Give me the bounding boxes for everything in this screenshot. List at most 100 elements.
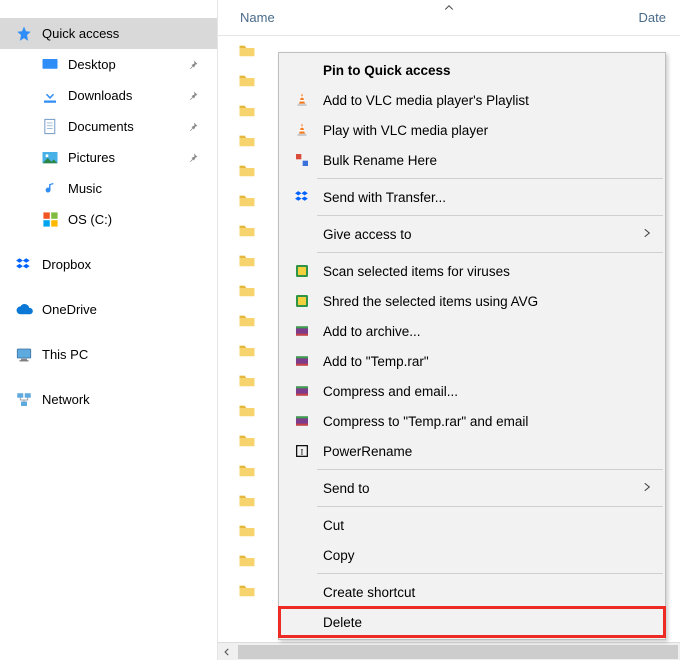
ctx-label: Add to VLC media player's Playlist (323, 93, 655, 108)
ctx-send-to[interactable]: Send to (279, 473, 665, 503)
column-header-date[interactable]: Date (617, 10, 680, 25)
desktop-icon (40, 55, 60, 75)
sidebar-item-quick-access[interactable]: Quick access (0, 18, 217, 49)
column-header-name[interactable]: Name (218, 10, 275, 25)
ctx-label: Create shortcut (323, 585, 655, 600)
sidebar-item-label: Documents (68, 119, 187, 134)
pictures-icon (40, 148, 60, 168)
documents-icon (40, 117, 60, 137)
drive-icon (40, 210, 60, 230)
music-icon (40, 179, 60, 199)
ctx-vlc-play[interactable]: Play with VLC media player (279, 115, 665, 145)
ctx-compress-email[interactable]: Compress and email... (279, 376, 665, 406)
ctx-label: Compress to "Temp.rar" and email (323, 414, 655, 429)
winrar-icon (291, 380, 313, 402)
folder-icon (236, 402, 258, 420)
ctx-label: PowerRename (323, 444, 655, 459)
folder-icon (236, 582, 258, 600)
pin-icon (187, 152, 199, 164)
sidebar-item-music[interactable]: Music (0, 173, 217, 204)
ctx-create-shortcut[interactable]: Create shortcut (279, 577, 665, 607)
ctx-scan-viruses[interactable]: Scan selected items for viruses (279, 256, 665, 286)
ctx-label: Bulk Rename Here (323, 153, 655, 168)
sidebar-item-label: This PC (42, 347, 217, 362)
ctx-label: Shred the selected items using AVG (323, 294, 655, 309)
navigation-pane: Quick access Desktop Downloads Docume (0, 0, 218, 660)
quick-access-icon (14, 24, 34, 44)
scroll-left-button[interactable] (218, 643, 236, 661)
sidebar-item-onedrive[interactable]: OneDrive (0, 294, 217, 325)
folder-icon (236, 552, 258, 570)
folder-icon (236, 252, 258, 270)
winrar-icon (291, 320, 313, 342)
ctx-delete[interactable]: Delete (279, 607, 665, 637)
ctx-label: Delete (323, 615, 655, 630)
ctx-bulk-rename[interactable]: Bulk Rename Here (279, 145, 665, 175)
sidebar-item-desktop[interactable]: Desktop (0, 49, 217, 80)
sidebar-item-os-c[interactable]: OS (C:) (0, 204, 217, 235)
chevron-right-icon (641, 481, 655, 496)
ctx-label: Send with Transfer... (323, 190, 655, 205)
vlc-icon (291, 119, 313, 141)
ctx-pin-quick-access[interactable]: Pin to Quick access (279, 55, 665, 85)
ctx-label: Compress and email... (323, 384, 655, 399)
ctx-label: Add to "Temp.rar" (323, 354, 655, 369)
sort-indicator-icon (443, 2, 455, 17)
ctx-separator (317, 573, 663, 574)
ctx-cut[interactable]: Cut (279, 510, 665, 540)
sidebar-item-label: Desktop (68, 57, 187, 72)
sidebar-item-dropbox[interactable]: Dropbox (0, 249, 217, 280)
vlc-icon (291, 89, 313, 111)
dropbox-icon (14, 255, 34, 275)
ctx-shred-avg[interactable]: Shred the selected items using AVG (279, 286, 665, 316)
sidebar-item-downloads[interactable]: Downloads (0, 80, 217, 111)
sidebar-item-label: Pictures (68, 150, 187, 165)
ctx-separator (317, 215, 663, 216)
ctx-add-temp-rar[interactable]: Add to "Temp.rar" (279, 346, 665, 376)
horizontal-scrollbar[interactable] (218, 642, 680, 660)
ctx-compress-temp-email[interactable]: Compress to "Temp.rar" and email (279, 406, 665, 436)
folder-icon (236, 42, 258, 60)
column-header-row: Name Date (218, 0, 680, 36)
blank-icon (291, 611, 313, 633)
sidebar-item-label: OneDrive (42, 302, 217, 317)
sidebar-item-pictures[interactable]: Pictures (0, 142, 217, 173)
sidebar-item-label: Network (42, 392, 217, 407)
sidebar-item-label: Dropbox (42, 257, 217, 272)
ctx-give-access[interactable]: Give access to (279, 219, 665, 249)
ctx-copy[interactable]: Copy (279, 540, 665, 570)
blank-icon (291, 544, 313, 566)
ctx-label: Cut (323, 518, 655, 533)
chevron-right-icon (641, 227, 655, 242)
folder-icon (236, 432, 258, 450)
onedrive-icon (14, 300, 34, 320)
dropbox-icon (291, 186, 313, 208)
sidebar-item-documents[interactable]: Documents (0, 111, 217, 142)
ctx-add-archive[interactable]: Add to archive... (279, 316, 665, 346)
context-menu: Pin to Quick access Add to VLC media pla… (278, 52, 666, 640)
folder-icon (236, 192, 258, 210)
folder-icon (236, 132, 258, 150)
ctx-separator (317, 178, 663, 179)
ctx-vlc-add-playlist[interactable]: Add to VLC media player's Playlist (279, 85, 665, 115)
folder-icon (236, 312, 258, 330)
ctx-separator (317, 506, 663, 507)
ctx-label: Play with VLC media player (323, 123, 655, 138)
scrollbar-thumb[interactable] (238, 645, 678, 659)
sidebar-item-label: Quick access (42, 26, 217, 41)
blank-icon (291, 477, 313, 499)
avg-icon (291, 260, 313, 282)
avg-icon (291, 290, 313, 312)
rename-icon (291, 149, 313, 171)
blank-icon (291, 581, 313, 603)
sidebar-item-label: OS (C:) (68, 212, 217, 227)
ctx-powerrename[interactable]: I PowerRename (279, 436, 665, 466)
sidebar-item-network[interactable]: Network (0, 384, 217, 415)
folder-icon (236, 102, 258, 120)
ctx-send-transfer[interactable]: Send with Transfer... (279, 182, 665, 212)
pin-icon (187, 121, 199, 133)
sidebar-item-this-pc[interactable]: This PC (0, 339, 217, 370)
winrar-icon (291, 410, 313, 432)
folder-icon (236, 342, 258, 360)
ctx-label: Scan selected items for viruses (323, 264, 655, 279)
